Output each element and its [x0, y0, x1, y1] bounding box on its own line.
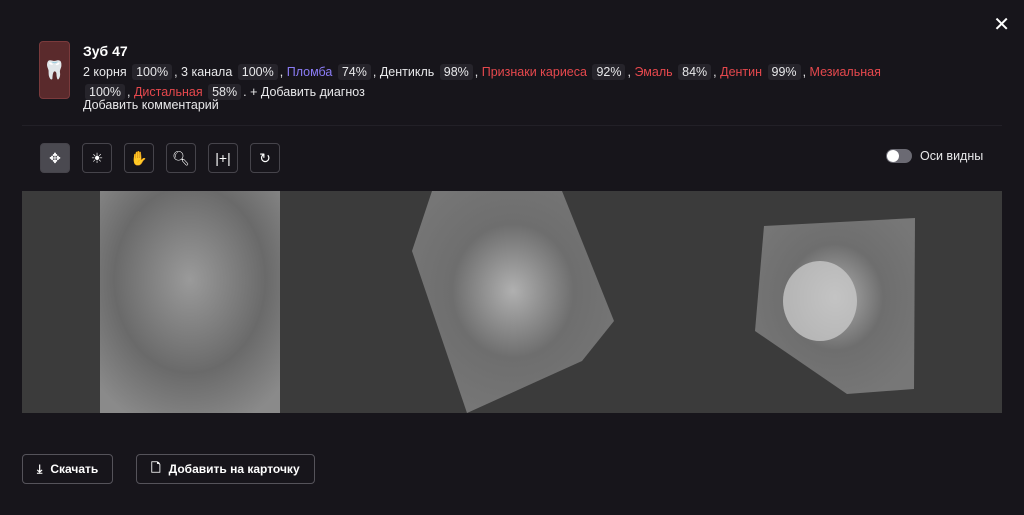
diagnosis-label: 3 канала	[181, 65, 233, 79]
diagnosis-label: Пломба	[286, 65, 333, 79]
diagnosis-confidence: 98%	[439, 64, 473, 80]
diagnosis-confidence: 99%	[767, 64, 801, 80]
diagnosis-label: Дентин	[720, 65, 763, 79]
diagnosis-confidence: 92%	[592, 64, 626, 80]
add-comment-link[interactable]: Добавить комментарий	[83, 98, 219, 112]
tooth-title: Зуб 47	[83, 43, 128, 59]
brightness-contrast-icon[interactable]: ☀	[82, 143, 112, 173]
add-to-card-button[interactable]: 🗋 Добавить на карточку	[136, 454, 315, 484]
download-button[interactable]: ⤓ Скачать	[22, 454, 114, 484]
rotate-icon[interactable]: ↻	[250, 143, 280, 173]
close-button[interactable]: ✕	[993, 12, 1010, 37]
ct-image-viewer[interactable]	[22, 191, 1002, 413]
diagnosis-item[interactable]: Дентин 99%	[720, 64, 802, 80]
pan-hand-icon[interactable]: ✋	[124, 143, 154, 173]
move-tool-icon[interactable]: ✥	[40, 143, 70, 173]
download-icon: ⤓	[37, 461, 43, 476]
add-diagnosis-link[interactable]: + Добавить диагноз	[250, 85, 365, 99]
toggle-switch[interactable]	[886, 149, 912, 163]
diagnosis-label: 2 корня	[83, 65, 127, 79]
ct-slices	[100, 191, 915, 413]
divider	[22, 125, 1002, 126]
tooth-icon: 🦷	[39, 41, 70, 99]
zoom-icon[interactable]: 🔍︎	[166, 143, 196, 173]
axis-icon[interactable]: |+|	[208, 143, 238, 173]
diagnosis-list: 2 корня 100%, 3 канала 100%, Пломба 74%,…	[83, 64, 881, 100]
diagnosis-item[interactable]: 2 корня 100%	[83, 64, 174, 80]
toolbar: ✥ ☀ ✋ 🔍︎ |+| ↻	[40, 143, 280, 173]
diagnosis-label: Дентикль	[379, 65, 435, 79]
ct-slice-coronal	[412, 191, 614, 413]
diagnosis-confidence: 100%	[132, 64, 173, 80]
diagnosis-label: Эмаль	[634, 65, 673, 79]
diagnosis-item[interactable]: Дистальная 58%	[133, 84, 243, 100]
document-icon: 🗋	[151, 460, 161, 475]
diagnosis-confidence: 74%	[337, 64, 371, 80]
diagnosis-confidence: 84%	[678, 64, 712, 80]
axes-toggle[interactable]: Оси видны	[886, 149, 983, 163]
diagnosis-label: Признаки кариеса	[481, 65, 587, 79]
diagnosis-item[interactable]: Дентикль 98%	[379, 64, 475, 80]
diagnosis-label: Мезиальная	[809, 65, 881, 79]
ct-slice-sagittal	[100, 191, 280, 413]
diagnosis-item[interactable]: Пломба 74%	[286, 64, 373, 80]
diagnosis-item[interactable]: 3 канала 100%	[181, 64, 280, 80]
diagnosis-confidence: 100%	[237, 64, 278, 80]
diagnosis-label: Дистальная	[133, 85, 203, 99]
diagnosis-item[interactable]: Признаки кариеса 92%	[481, 64, 628, 80]
diagnosis-item[interactable]: Эмаль 84%	[634, 64, 713, 80]
axes-toggle-label: Оси видны	[920, 149, 984, 163]
